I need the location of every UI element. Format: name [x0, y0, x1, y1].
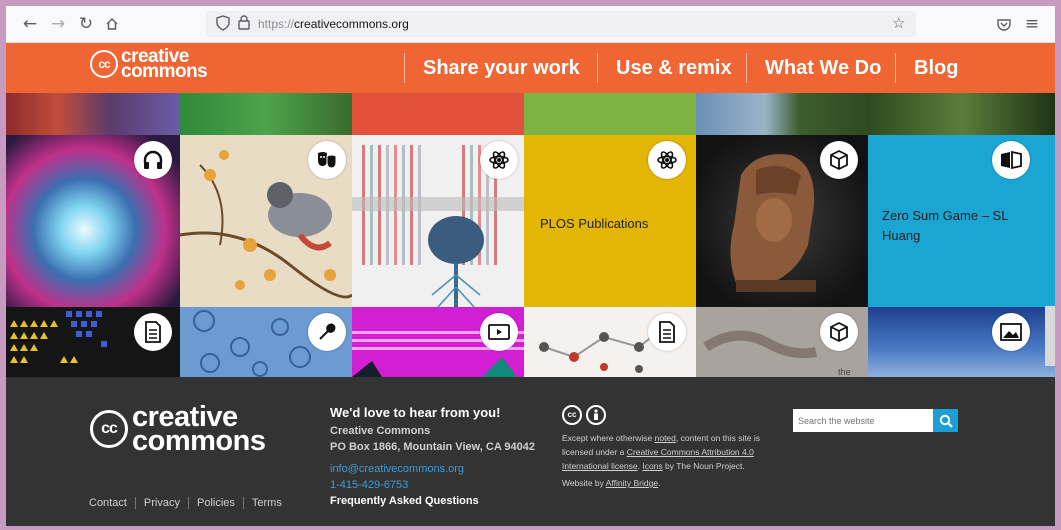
- license-text: Except where otherwise noted, content on…: [562, 433, 760, 471]
- footer-links: Contact Privacy Policies Terms: [89, 497, 290, 509]
- contact-email-link[interactable]: info@creativecommons.org: [330, 461, 535, 477]
- footer-cc-logo-mark: cc: [90, 410, 128, 448]
- tile-top-5[interactable]: [696, 93, 868, 135]
- contact-org: Creative Commons: [330, 425, 431, 437]
- tile-top-6[interactable]: [868, 93, 1055, 135]
- site-footer: cc creative commons Contact Privacy Poli…: [6, 377, 1055, 526]
- search-button[interactable]: [933, 409, 958, 432]
- footer-cc-logo[interactable]: cc creative commons: [90, 403, 266, 457]
- wrench-icon: [308, 313, 346, 351]
- footer-logo-line-commons: commons: [132, 425, 266, 457]
- footer-link-contact[interactable]: Contact: [89, 497, 135, 509]
- lock-icon[interactable]: [238, 15, 250, 34]
- tile-top-1[interactable]: [6, 93, 180, 135]
- cc-logo[interactable]: cc creative commons: [90, 47, 208, 82]
- contact-heading: We'd love to hear from you!: [330, 405, 501, 420]
- plos-title: PLOS Publications: [540, 216, 649, 231]
- forward-arrow-icon[interactable]: →: [46, 12, 70, 36]
- pocket-icon[interactable]: [992, 12, 1016, 36]
- image-icon: [992, 313, 1030, 351]
- cc-logo-mark: cc: [90, 50, 118, 78]
- footer-link-terms[interactable]: Terms: [242, 497, 290, 509]
- tile-violin[interactable]: the: [696, 307, 868, 377]
- atom-icon: [648, 141, 686, 179]
- scroll-handle[interactable]: [1045, 306, 1055, 366]
- reload-icon[interactable]: ↻: [74, 12, 98, 36]
- tile-video[interactable]: [352, 307, 524, 377]
- tile-pharaoh-bust[interactable]: [696, 135, 868, 307]
- attribution-icon[interactable]: [586, 405, 606, 425]
- cc-license-icon[interactable]: cc: [562, 405, 582, 425]
- headphones-icon: [134, 141, 172, 179]
- logo-line-commons: commons: [121, 61, 208, 82]
- nav-share-your-work[interactable]: Share your work: [404, 53, 580, 83]
- shield-icon[interactable]: [216, 15, 230, 35]
- tile-molecule[interactable]: [524, 307, 696, 377]
- footer-link-privacy[interactable]: Privacy: [134, 497, 188, 509]
- atom-icon: [480, 141, 518, 179]
- tile-top-4[interactable]: [524, 93, 696, 135]
- zero-sum-title-line1: Zero Sum Game – SL: [882, 208, 1009, 223]
- video-icon: [480, 313, 518, 351]
- tile-pattern[interactable]: [6, 307, 180, 377]
- browser-toolbar: ← → ↻ https://creativecommons.org ☆ ≡: [6, 6, 1055, 43]
- home-icon[interactable]: [100, 12, 124, 36]
- featured-grid: PLOS Publications Zero Sum Game – SL Hua…: [6, 93, 1055, 377]
- tile-top-2[interactable]: [180, 93, 352, 135]
- nav-blog[interactable]: Blog: [895, 53, 958, 83]
- search-icon: [939, 414, 953, 428]
- site-header: cc creative commons Share your work Use …: [6, 43, 1055, 93]
- contact-address: PO Box 1866, Mountain View, CA 94042: [330, 441, 535, 453]
- theater-masks-icon: [308, 141, 346, 179]
- tile-zero-sum-game[interactable]: Zero Sum Game – SL Huang: [868, 135, 1055, 307]
- tile-plos[interactable]: PLOS Publications: [524, 135, 696, 307]
- faq-link[interactable]: Frequently Asked Questions: [330, 493, 535, 509]
- tile-sky-photo[interactable]: [868, 307, 1055, 377]
- tile-top-3[interactable]: [352, 93, 524, 135]
- contact-phone-link[interactable]: 1-415-429-6753: [330, 477, 535, 493]
- star-icon[interactable]: ☆: [892, 14, 905, 32]
- zero-sum-title-line2: Huang: [882, 228, 921, 243]
- url-text[interactable]: https://creativecommons.org: [258, 17, 409, 31]
- noted-link[interactable]: noted: [655, 433, 676, 443]
- footer-link-policies[interactable]: Policies: [187, 497, 243, 509]
- contact-block: We'd love to hear from you! Creative Com…: [330, 405, 535, 509]
- nav-what-we-do[interactable]: What We Do: [746, 53, 881, 83]
- tile-icons-pattern[interactable]: [180, 307, 352, 377]
- menu-icon[interactable]: ≡: [1020, 12, 1044, 36]
- book-icon: [992, 141, 1030, 179]
- license-block: cc Except where otherwise noted, content…: [562, 405, 762, 490]
- icons-link[interactable]: Icons: [642, 461, 662, 471]
- document-icon: [648, 313, 686, 351]
- document-icon: [134, 313, 172, 351]
- back-arrow-icon[interactable]: ←: [18, 12, 42, 36]
- search-input[interactable]: [793, 409, 933, 432]
- violin-caption: the: [838, 367, 851, 377]
- nav-use-remix[interactable]: Use & remix: [597, 53, 732, 83]
- cube-icon: [820, 313, 858, 351]
- tile-music[interactable]: [6, 135, 180, 307]
- tile-brain-illustration[interactable]: [352, 135, 524, 307]
- tile-bird-painting[interactable]: [180, 135, 352, 307]
- browser-window: ← → ↻ https://creativecommons.org ☆ ≡ cc…: [6, 6, 1055, 526]
- search-form: [793, 409, 958, 432]
- affinity-bridge-link[interactable]: Affinity Bridge: [606, 478, 658, 488]
- cube-icon: [820, 141, 858, 179]
- website-by: Website by Affinity Bridge.: [562, 478, 661, 488]
- url-bar[interactable]: https://creativecommons.org ☆: [206, 11, 916, 37]
